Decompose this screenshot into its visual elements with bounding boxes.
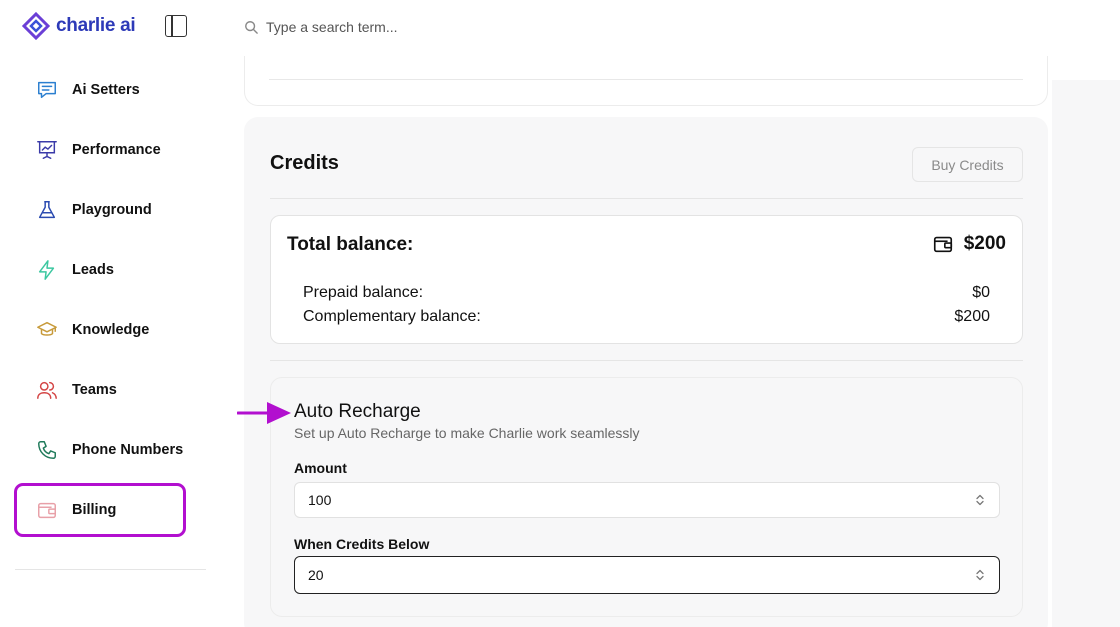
sidebar: charlie ai Ai Setters Performance Playgr… <box>0 0 220 627</box>
right-gutter <box>1052 80 1120 627</box>
sidebar-toggle-icon[interactable] <box>165 15 187 37</box>
annotation-arrow-icon <box>237 402 291 424</box>
sidebar-item-phone-numbers[interactable]: Phone Numbers <box>14 420 206 480</box>
sidebar-item-label: Teams <box>72 382 117 398</box>
amount-select[interactable]: 100 <box>294 482 1000 518</box>
chevron-up-down-icon <box>976 494 984 506</box>
flask-icon <box>36 199 58 221</box>
sidebar-item-performance[interactable]: Performance <box>14 120 206 180</box>
search-input[interactable] <box>266 19 566 35</box>
sidebar-item-label: Playground <box>72 202 152 218</box>
total-balance-value: $200 <box>963 233 1006 254</box>
total-balance-label: Total balance: <box>287 234 414 255</box>
wallet-icon <box>36 499 58 521</box>
sidebar-item-label: Phone Numbers <box>72 442 184 458</box>
amount-value: 100 <box>308 492 332 508</box>
logo[interactable]: charlie ai <box>22 12 136 40</box>
divider <box>270 360 1023 361</box>
auto-recharge-section: Auto Recharge Set up Auto Recharge to ma… <box>270 377 1023 617</box>
sidebar-item-label: Knowledge <box>72 322 150 338</box>
total-balance: $200 <box>932 233 1006 255</box>
search-bar <box>244 19 566 35</box>
prepaid-balance-label: Prepaid balance: <box>303 284 424 301</box>
sidebar-item-label: Leads <box>72 262 114 278</box>
amount-label: Amount <box>294 460 347 476</box>
buy-credits-button[interactable]: Buy Credits <box>912 147 1023 182</box>
users-icon <box>36 379 58 401</box>
chevron-up-down-icon <box>976 569 984 581</box>
wallet-icon <box>933 236 952 253</box>
logo-text: charlie ai <box>56 15 136 36</box>
sidebar-item-billing[interactable]: Billing <box>14 483 186 537</box>
credits-title: Credits <box>270 152 339 174</box>
chat-icon <box>36 79 58 101</box>
sidebar-nav: Ai Setters Performance Playground Leads … <box>14 60 206 537</box>
charlie-logo-icon <box>22 12 50 40</box>
sidebar-divider <box>15 569 206 570</box>
sidebar-item-knowledge[interactable]: Knowledge <box>14 300 206 360</box>
previous-section-card <box>244 56 1048 106</box>
complementary-balance-row: Complementary balance: $200 <box>303 308 990 326</box>
presentation-chart-icon <box>36 139 58 161</box>
sidebar-item-playground[interactable]: Playground <box>14 180 206 240</box>
sidebar-item-label: Performance <box>72 142 161 158</box>
balance-box: Total balance: $200 Prepaid balance: $0 … <box>270 215 1023 344</box>
credits-below-label: When Credits Below <box>294 536 430 552</box>
credits-card: Credits Buy Credits Total balance: $200 … <box>244 117 1048 627</box>
divider <box>270 198 1023 199</box>
sidebar-item-label: Ai Setters <box>72 82 140 98</box>
sidebar-item-leads[interactable]: Leads <box>14 240 206 300</box>
top-bar <box>220 0 1120 58</box>
sidebar-item-label: Billing <box>72 502 117 518</box>
complementary-balance-label: Complementary balance: <box>303 308 481 325</box>
auto-recharge-title: Auto Recharge <box>294 401 421 422</box>
search-icon <box>245 21 258 34</box>
lightning-icon <box>36 259 58 281</box>
graduation-cap-icon <box>36 319 58 341</box>
complementary-balance-value: $200 <box>954 308 990 325</box>
prepaid-balance-row: Prepaid balance: $0 <box>303 284 990 302</box>
sidebar-item-teams[interactable]: Teams <box>14 360 206 420</box>
credits-below-select[interactable]: 20 <box>294 556 1000 594</box>
sidebar-item-ai-setters[interactable]: Ai Setters <box>14 60 206 120</box>
credits-below-value: 20 <box>308 567 324 583</box>
prepaid-balance-value: $0 <box>972 284 990 301</box>
phone-icon <box>36 439 58 461</box>
auto-recharge-subtitle: Set up Auto Recharge to make Charlie wor… <box>294 425 640 441</box>
